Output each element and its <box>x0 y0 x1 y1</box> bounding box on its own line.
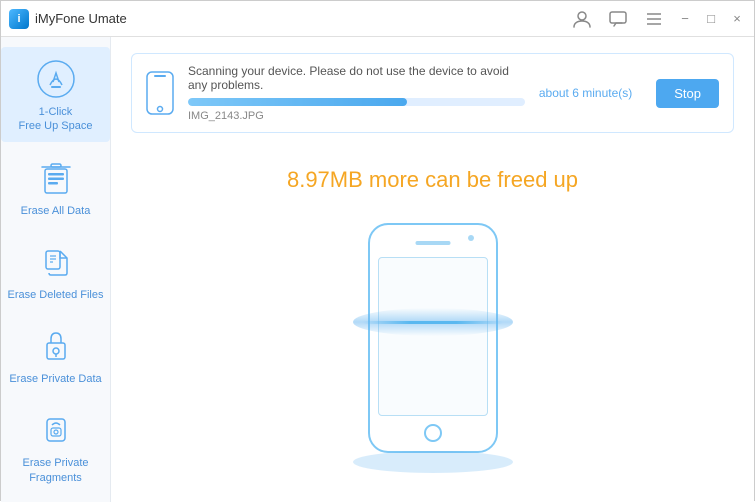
phone-body <box>368 223 498 453</box>
sidebar-label-erase-all-data: Erase All Data <box>21 204 91 218</box>
small-phone-icon <box>146 71 174 115</box>
app-title: iMyFone Umate <box>35 11 127 26</box>
sidebar-item-erase-private-data[interactable]: Erase Private Data <box>1 314 110 394</box>
main-layout: 1-Click Free Up Space Erase All Data <box>1 37 754 502</box>
phone-camera <box>468 235 474 241</box>
erase-private-data-icon <box>34 324 78 368</box>
free-up-space-icon <box>34 57 78 101</box>
sidebar: 1-Click Free Up Space Erase All Data <box>1 37 111 502</box>
content-area: Scanning your device. Please do not use … <box>111 37 754 502</box>
sidebar-item-free-up-space[interactable]: 1-Click Free Up Space <box>1 47 110 142</box>
sidebar-item-erase-all-data[interactable]: Erase All Data <box>1 146 110 226</box>
scan-filename: IMG_2143.JPG <box>188 110 525 122</box>
progress-bar-fill <box>188 98 407 106</box>
sidebar-item-erase-deleted-files[interactable]: Erase Deleted Files <box>1 230 110 310</box>
close-button[interactable]: × <box>728 10 746 28</box>
scan-beam-line <box>363 321 503 324</box>
app-logo: i iMyFone Umate <box>9 9 127 29</box>
logo-icon: i <box>9 9 29 29</box>
title-bar: i iMyFone Umate − □ × <box>1 1 754 37</box>
user-icon[interactable] <box>568 5 596 33</box>
phone-illustration <box>333 213 533 473</box>
phone-speaker <box>415 241 450 245</box>
scan-info: Scanning your device. Please do not use … <box>188 64 525 122</box>
phone-home-button <box>424 424 442 442</box>
freed-up-text: 8.97MB more can be freed up <box>287 167 578 193</box>
title-bar-controls: − □ × <box>568 5 746 33</box>
scan-time-remaining: about 6 minute(s) <box>539 86 632 100</box>
sidebar-label-erase-private-fragments: Erase Private Fragments <box>7 456 104 485</box>
maximize-button[interactable]: □ <box>702 10 720 28</box>
chat-icon[interactable] <box>604 5 632 33</box>
erase-deleted-files-icon <box>34 240 78 284</box>
sidebar-label-erase-deleted-files: Erase Deleted Files <box>8 288 104 302</box>
scan-message: Scanning your device. Please do not use … <box>188 64 525 92</box>
minimize-button[interactable]: − <box>676 10 694 28</box>
sidebar-label-erase-private-data: Erase Private Data <box>9 372 101 386</box>
phone-shadow <box>353 451 513 473</box>
center-content: 8.97MB more can be freed up <box>131 153 734 486</box>
sidebar-label-free-up-space: 1-Click Free Up Space <box>19 105 93 134</box>
erase-all-data-icon <box>34 156 78 200</box>
scan-area: Scanning your device. Please do not use … <box>131 53 734 133</box>
menu-icon[interactable] <box>640 5 668 33</box>
sidebar-item-erase-private-fragments[interactable]: Erase Private Fragments <box>1 398 110 493</box>
erase-private-fragments-icon <box>34 408 78 452</box>
stop-button[interactable]: Stop <box>656 79 719 108</box>
progress-bar-wrap <box>188 98 525 106</box>
phone-screen <box>378 257 488 416</box>
